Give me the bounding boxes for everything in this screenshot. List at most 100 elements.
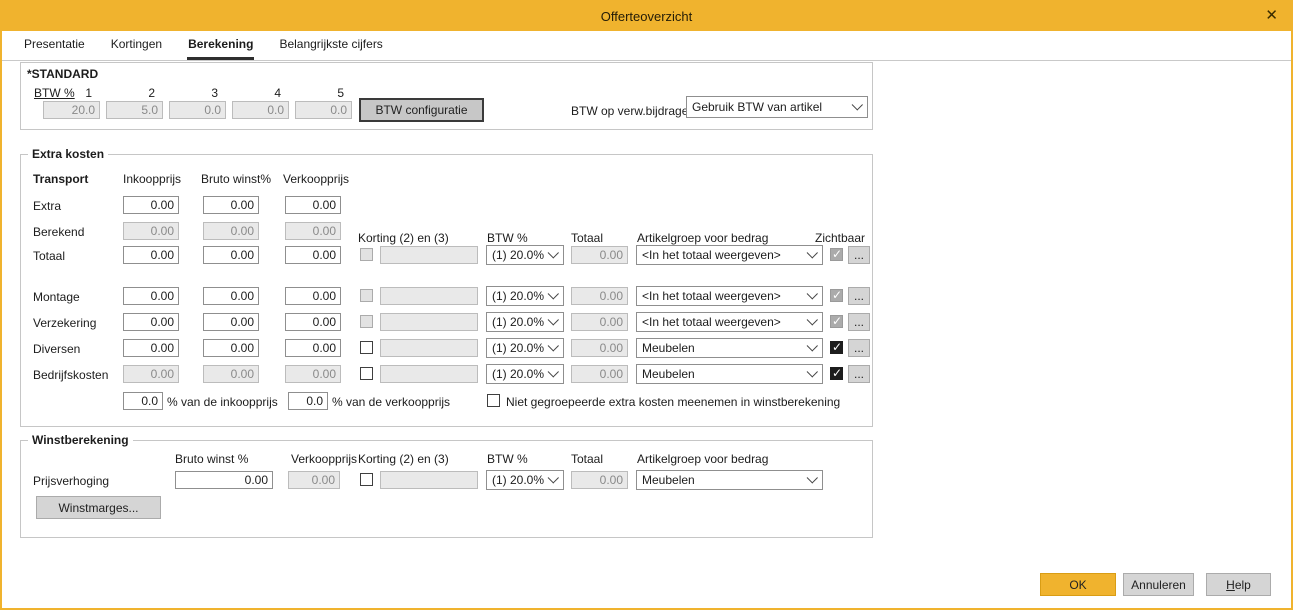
row-label: Bedrijfskosten xyxy=(33,368,108,382)
korting-checkbox[interactable] xyxy=(360,473,373,486)
chevron-down-icon xyxy=(548,366,559,377)
btw-column-number: 5 xyxy=(295,86,352,100)
tab-bar: Presentatie Kortingen Berekening Belangr… xyxy=(2,31,1291,61)
btw-column-number: 3 xyxy=(169,86,226,100)
btw-select[interactable]: (1) 20.0% xyxy=(486,470,564,490)
artikelgroep-select[interactable]: <In het totaal weergeven> xyxy=(636,245,823,265)
more-button[interactable]: ... xyxy=(848,313,870,331)
inkoopprijs-field[interactable]: 0.00 xyxy=(123,313,179,331)
pct-verkoopprijs-field[interactable]: 0.0 xyxy=(288,392,328,410)
bruto-winst-field[interactable]: 0.00 xyxy=(203,339,259,357)
btw-select-value: (1) 20.0% xyxy=(492,315,546,329)
korting-checkbox[interactable] xyxy=(360,341,373,354)
inkoopprijs-field[interactable]: 0.00 xyxy=(123,339,179,357)
header-totaal: Totaal xyxy=(571,231,603,245)
bruto-winst-field[interactable]: 0.00 xyxy=(203,196,259,214)
extra-kosten-legend: Extra kosten xyxy=(28,147,108,161)
chevron-down-icon xyxy=(807,314,818,325)
niet-gegroepeerd-label: Niet gegroepeerde extra kosten meenemen … xyxy=(506,395,840,409)
artikelgroep-select[interactable]: Meubelen xyxy=(636,338,823,358)
chevron-down-icon xyxy=(807,288,818,299)
row-diversen: Diversen 0.00 0.00 0.00 (1) 20.0% 0.00 M… xyxy=(21,339,874,361)
bruto-winst-field[interactable]: 0.00 xyxy=(175,471,273,489)
bruto-winst-field[interactable]: 0.00 xyxy=(203,313,259,331)
header-inkoopprijs: Inkoopprijs xyxy=(123,172,181,186)
inkoopprijs-field[interactable]: 0.00 xyxy=(123,246,179,264)
ok-button[interactable]: OK xyxy=(1040,573,1116,596)
header-bruto-winst: Bruto winst% xyxy=(201,172,271,186)
totaal-field: 0.00 xyxy=(571,471,628,489)
more-button[interactable]: ... xyxy=(848,339,870,357)
btw-select[interactable]: (1) 20.0% xyxy=(486,338,564,358)
zichtbaar-checkbox[interactable] xyxy=(830,367,843,380)
header-artikelgroep: Artikelgroep voor bedrag xyxy=(637,452,768,466)
artikelgroep-select-value: Meubelen xyxy=(642,341,805,355)
chevron-down-icon xyxy=(548,314,559,325)
artikelgroep-select[interactable]: Meubelen xyxy=(636,470,823,490)
chevron-down-icon xyxy=(807,247,818,258)
winstmarges-button[interactable]: Winstmarges... xyxy=(36,496,161,519)
winstberekening-legend: Winstberekening xyxy=(28,433,133,447)
tab-presentatie[interactable]: Presentatie xyxy=(23,31,86,60)
pct-verkoopprijs-label: % van de verkoopprijs xyxy=(332,395,450,409)
tab-kortingen[interactable]: Kortingen xyxy=(110,31,163,60)
btw-select[interactable]: (1) 20.0% xyxy=(486,286,564,306)
header-korting: Korting (2) en (3) xyxy=(358,452,449,466)
bruto-winst-field[interactable]: 0.00 xyxy=(203,287,259,305)
korting-field xyxy=(380,339,478,357)
totaal-field: 0.00 xyxy=(571,365,628,383)
btw-select[interactable]: (1) 20.0% xyxy=(486,312,564,332)
korting-checkbox[interactable] xyxy=(360,367,373,380)
header-korting: Korting (2) en (3) xyxy=(358,231,449,245)
btw-select[interactable]: (1) 20.0% xyxy=(486,364,564,384)
verkoopprijs-field[interactable]: 0.00 xyxy=(285,339,341,357)
zichtbaar-checkbox[interactable] xyxy=(830,341,843,354)
verkoopprijs-field[interactable]: 0.00 xyxy=(285,196,341,214)
verkoopprijs-field[interactable]: 0.00 xyxy=(285,313,341,331)
inkoopprijs-field[interactable]: 0.00 xyxy=(123,196,179,214)
korting-field xyxy=(380,287,478,305)
more-button[interactable]: ... xyxy=(848,365,870,383)
header-verkoopprijs: Verkoopprijs xyxy=(283,172,349,186)
btw-column-number: 2 xyxy=(106,86,163,100)
verkoopprijs-field: 0.00 xyxy=(285,222,341,240)
header-zichtbaar: Zichtbaar xyxy=(815,231,865,245)
niet-gegroepeerd-checkbox[interactable] xyxy=(487,394,500,407)
row-label: Montage xyxy=(33,290,80,304)
btw-select[interactable]: (1) 20.0% xyxy=(486,245,564,265)
inkoopprijs-field: 0.00 xyxy=(123,365,179,383)
more-button[interactable]: ... xyxy=(848,287,870,305)
bruto-winst-field[interactable]: 0.00 xyxy=(203,246,259,264)
btw-select-value: (1) 20.0% xyxy=(492,367,546,381)
btw-configuratie-button[interactable]: BTW configuratie xyxy=(359,98,484,122)
row-bedrijfskosten: Bedrijfskosten 0.00 0.00 0.00 (1) 20.0% … xyxy=(21,365,874,387)
korting-checkbox xyxy=(360,289,373,302)
inkoopprijs-field[interactable]: 0.00 xyxy=(123,287,179,305)
more-button[interactable]: ... xyxy=(848,246,870,264)
btw-column-number: 1 xyxy=(43,86,100,100)
btw-value-field: 0.0 xyxy=(169,101,226,119)
verkoopprijs-field[interactable]: 0.00 xyxy=(285,246,341,264)
verkoopprijs-field[interactable]: 0.00 xyxy=(285,287,341,305)
annuleren-button[interactable]: Annuleren xyxy=(1123,573,1194,596)
tab-berekening[interactable]: Berekening xyxy=(187,31,254,60)
artikelgroep-select[interactable]: Meubelen xyxy=(636,364,823,384)
close-icon[interactable]: ✕ xyxy=(1265,8,1278,23)
offerteoverzicht-dialog: Offerteoverzicht ✕ Presentatie Kortingen… xyxy=(0,0,1293,610)
btw-value-field: 20.0 xyxy=(43,101,100,119)
korting-field xyxy=(380,313,478,331)
artikelgroep-select[interactable]: <In het totaal weergeven> xyxy=(636,286,823,306)
totaal-field: 0.00 xyxy=(571,246,628,264)
chevron-down-icon xyxy=(852,99,863,110)
tab-belangrijkste-cijfers[interactable]: Belangrijkste cijfers xyxy=(278,31,383,60)
header-totaal: Totaal xyxy=(571,452,603,466)
artikelgroep-select[interactable]: <In het totaal weergeven> xyxy=(636,312,823,332)
totaal-field: 0.00 xyxy=(571,313,628,331)
inkoopprijs-field: 0.00 xyxy=(123,222,179,240)
btw-verw-bijdrage-select[interactable]: Gebruik BTW van artikel xyxy=(686,96,868,118)
row-label: Verzekering xyxy=(33,316,96,330)
pct-inkoopprijs-label: % van de inkoopprijs xyxy=(167,395,278,409)
extra-kosten-groupbox: Extra kosten Transport Inkoopprijs Bruto… xyxy=(20,154,873,427)
help-button[interactable]: Help xyxy=(1206,573,1271,596)
pct-inkoopprijs-field[interactable]: 0.0 xyxy=(123,392,163,410)
